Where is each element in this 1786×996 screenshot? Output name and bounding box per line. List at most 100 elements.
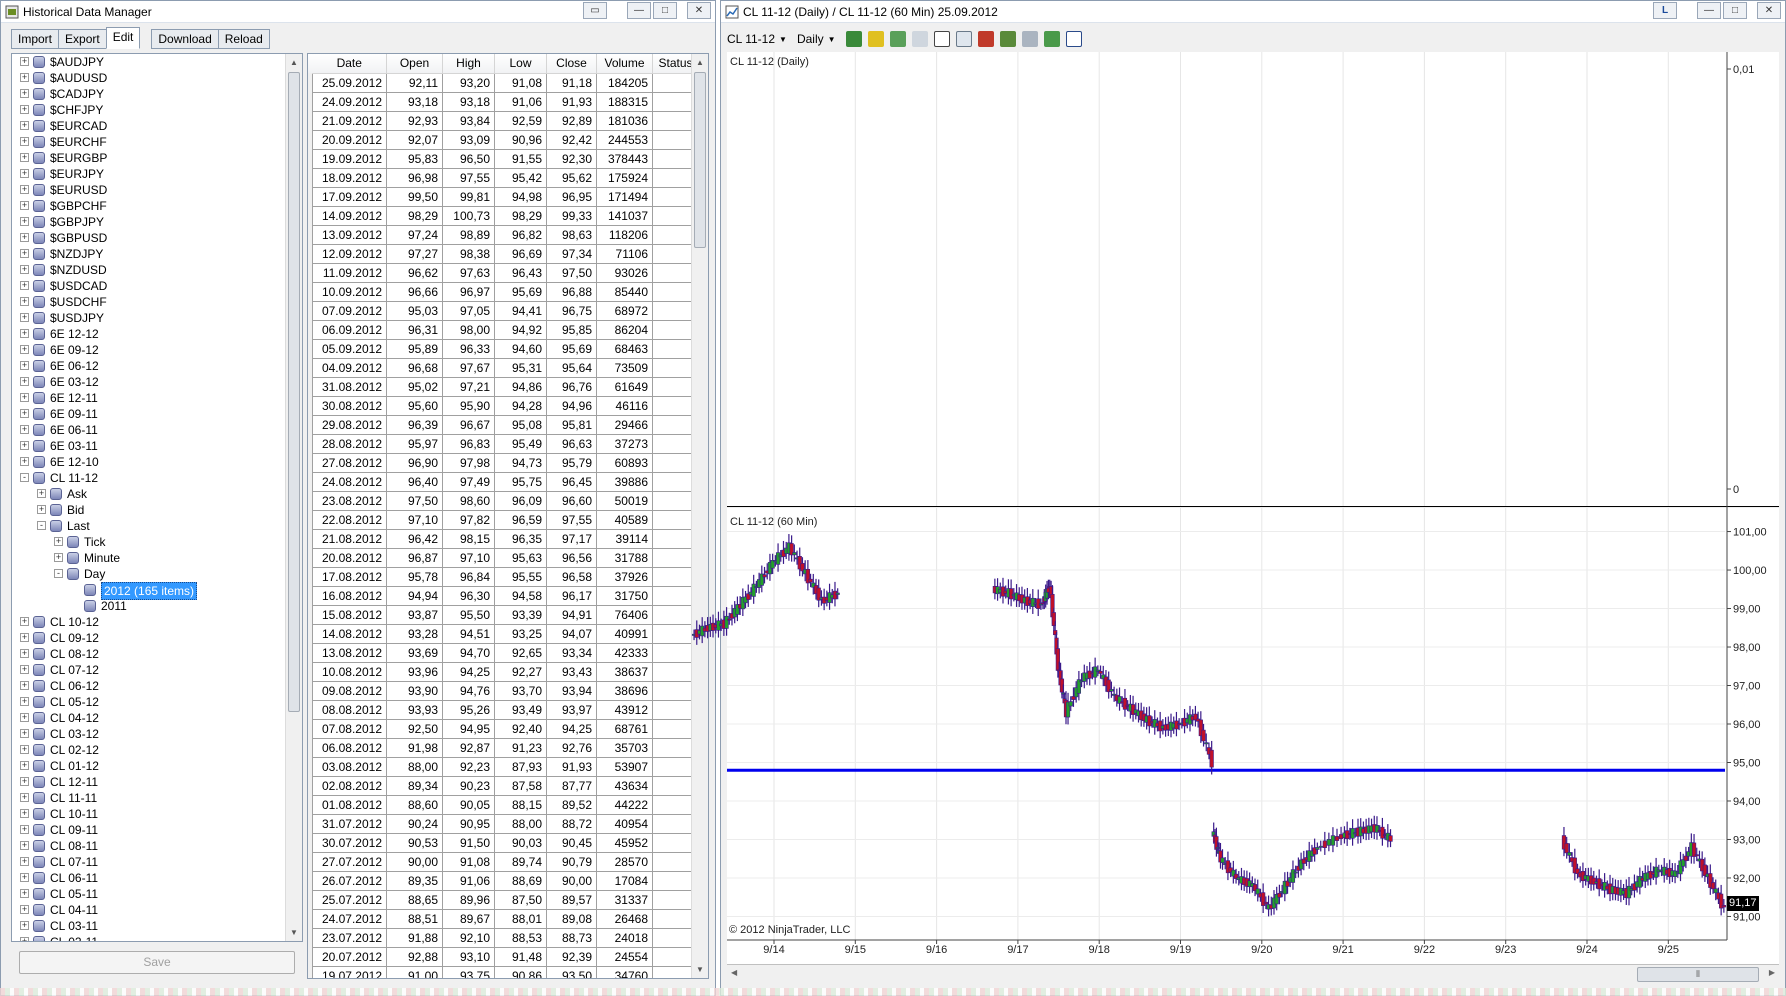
drawing-tool-icon[interactable] (867, 31, 884, 47)
cell-volume[interactable]: 93026 (596, 262, 653, 283)
tree-item[interactable]: + CL 03-11 (12, 918, 285, 934)
tree-item[interactable]: + $AUDUSD (12, 70, 285, 86)
tree-item[interactable]: + CL 05-11 (12, 886, 285, 902)
cell-date[interactable]: 30.08.2012 (312, 395, 387, 416)
table-row[interactable]: 16.08.2012 94,94 96,30 94,58 96,17 31750 (308, 585, 699, 606)
cell-date[interactable]: 06.09.2012 (312, 319, 387, 340)
cell-date[interactable]: 19.09.2012 (312, 148, 387, 169)
table-row[interactable]: 31.07.2012 90,24 90,95 88,00 88,72 40954 (308, 813, 699, 834)
cell-low[interactable]: 93,39 (494, 604, 547, 625)
daily-panel[interactable]: CL 11-12 (Daily) (727, 52, 1779, 507)
cell-low[interactable]: 93,49 (494, 699, 547, 720)
cell-open[interactable]: 96,98 (386, 167, 443, 188)
cell-open[interactable]: 93,69 (386, 642, 443, 663)
table-row[interactable]: 24.09.2012 93,18 93,18 91,06 91,93 188315 (308, 91, 699, 112)
expand-icon[interactable]: + (20, 409, 29, 418)
data-box-icon[interactable] (1043, 31, 1060, 47)
cell-high[interactable]: 93,09 (442, 129, 495, 150)
table-row[interactable]: 06.08.2012 91,98 92,87 91,23 92,76 35703 (308, 737, 699, 758)
cell-date[interactable]: 21.09.2012 (312, 110, 387, 131)
cell-open[interactable]: 90,24 (386, 813, 443, 834)
cell-open[interactable]: 93,18 (386, 91, 443, 112)
tree-item[interactable]: + CL 07-11 (12, 854, 285, 870)
cell-low[interactable]: 94,41 (494, 300, 547, 321)
cell-low[interactable]: 91,48 (494, 946, 547, 967)
cell-high[interactable]: 90,05 (442, 794, 495, 815)
tree-item[interactable]: + $USDCAD (12, 278, 285, 294)
table-row[interactable]: 22.08.2012 97,10 97,82 96,59 97,55 40589 (308, 509, 699, 530)
cell-date[interactable]: 14.09.2012 (312, 205, 387, 226)
cell-open[interactable]: 96,42 (386, 528, 443, 549)
expand-icon[interactable]: + (20, 889, 29, 898)
expand-icon[interactable]: + (20, 617, 29, 626)
tree-item[interactable]: + CL 02-11 (12, 934, 285, 941)
collapse-icon[interactable]: - (37, 521, 46, 530)
expand-icon[interactable]: + (20, 777, 29, 786)
cell-volume[interactable]: 37273 (596, 433, 653, 454)
scroll-up-icon[interactable]: ▲ (286, 54, 302, 71)
cell-close[interactable]: 91,18 (546, 72, 597, 93)
cell-high[interactable]: 95,90 (442, 395, 495, 416)
expand-icon[interactable]: + (20, 425, 29, 434)
cell-close[interactable]: 94,91 (546, 604, 597, 625)
tree-item[interactable]: + CL 11-11 (12, 790, 285, 806)
cell-low[interactable]: 88,00 (494, 813, 547, 834)
cell-date[interactable]: 11.09.2012 (312, 262, 387, 283)
cell-volume[interactable]: 76406 (596, 604, 653, 625)
cell-low[interactable]: 94,73 (494, 452, 547, 473)
cell-open[interactable]: 96,39 (386, 414, 443, 435)
cell-open[interactable]: 93,93 (386, 699, 443, 720)
table-row[interactable]: 25.07.2012 88,65 89,96 87,50 89,57 31337 (308, 889, 699, 910)
cell-low[interactable]: 95,49 (494, 433, 547, 454)
cell-high[interactable]: 93,10 (442, 946, 495, 967)
expand-icon[interactable]: + (20, 73, 29, 82)
cell-volume[interactable]: 60893 (596, 452, 653, 473)
cell-open[interactable]: 99,50 (386, 186, 443, 207)
bar-type-icon[interactable] (845, 31, 862, 47)
expand-icon[interactable]: + (20, 217, 29, 226)
tree-item[interactable]: + $EURCHF (12, 134, 285, 150)
cell-date[interactable]: 15.08.2012 (312, 604, 387, 625)
cell-low[interactable]: 94,86 (494, 376, 547, 397)
tree-item[interactable]: +6E 06-11 (12, 422, 285, 438)
expand-icon[interactable]: + (20, 329, 29, 338)
cell-date[interactable]: 13.08.2012 (312, 642, 387, 663)
table-row[interactable]: 15.08.2012 93,87 95,50 93,39 94,91 76406 (308, 604, 699, 625)
cell-open[interactable]: 95,60 (386, 395, 443, 416)
cell-low[interactable]: 90,86 (494, 965, 547, 978)
cell-volume[interactable]: 26468 (596, 908, 653, 929)
cell-date[interactable]: 10.09.2012 (312, 281, 387, 302)
cell-close[interactable]: 96,17 (546, 585, 597, 606)
cell-low[interactable]: 94,60 (494, 338, 547, 359)
expand-icon[interactable]: + (37, 505, 46, 514)
cell-open[interactable]: 95,97 (386, 433, 443, 454)
table-row[interactable]: 12.09.2012 97,27 98,38 96,69 97,34 71106 (308, 243, 699, 264)
cell-date[interactable]: 18.09.2012 (312, 167, 387, 188)
cell-open[interactable]: 95,03 (386, 300, 443, 321)
cell-high[interactable]: 89,67 (442, 908, 495, 929)
expand-icon[interactable]: + (20, 857, 29, 866)
cell-close[interactable]: 89,52 (546, 794, 597, 815)
expand-icon[interactable]: + (20, 249, 29, 258)
cell-open[interactable]: 96,40 (386, 471, 443, 492)
cell-low[interactable]: 95,63 (494, 547, 547, 568)
cell-close[interactable]: 93,50 (546, 965, 597, 978)
properties-icon[interactable] (1065, 31, 1082, 47)
tree-item[interactable]: + CL 02-12 (12, 742, 285, 758)
cell-volume[interactable]: 31750 (596, 585, 653, 606)
cell-volume[interactable]: 42333 (596, 642, 653, 663)
cell-low[interactable]: 89,74 (494, 851, 547, 872)
cell-close[interactable]: 92,89 (546, 110, 597, 131)
cell-volume[interactable]: 31788 (596, 547, 653, 568)
cell-date[interactable]: 23.07.2012 (312, 927, 387, 948)
cell-high[interactable]: 96,83 (442, 433, 495, 454)
cell-date[interactable]: 25.09.2012 (312, 72, 387, 93)
table-row[interactable]: 13.08.2012 93,69 94,70 92,65 93,34 42333 (308, 642, 699, 663)
cell-low[interactable]: 96,82 (494, 224, 547, 245)
close-button[interactable]: ✕ (687, 2, 711, 19)
cell-date[interactable]: 28.08.2012 (312, 433, 387, 454)
cell-high[interactable]: 96,84 (442, 566, 495, 587)
cell-low[interactable]: 98,29 (494, 205, 547, 226)
table-row[interactable]: 17.08.2012 95,78 96,84 95,55 96,58 37926 (308, 566, 699, 587)
cell-low[interactable]: 88,69 (494, 870, 547, 891)
